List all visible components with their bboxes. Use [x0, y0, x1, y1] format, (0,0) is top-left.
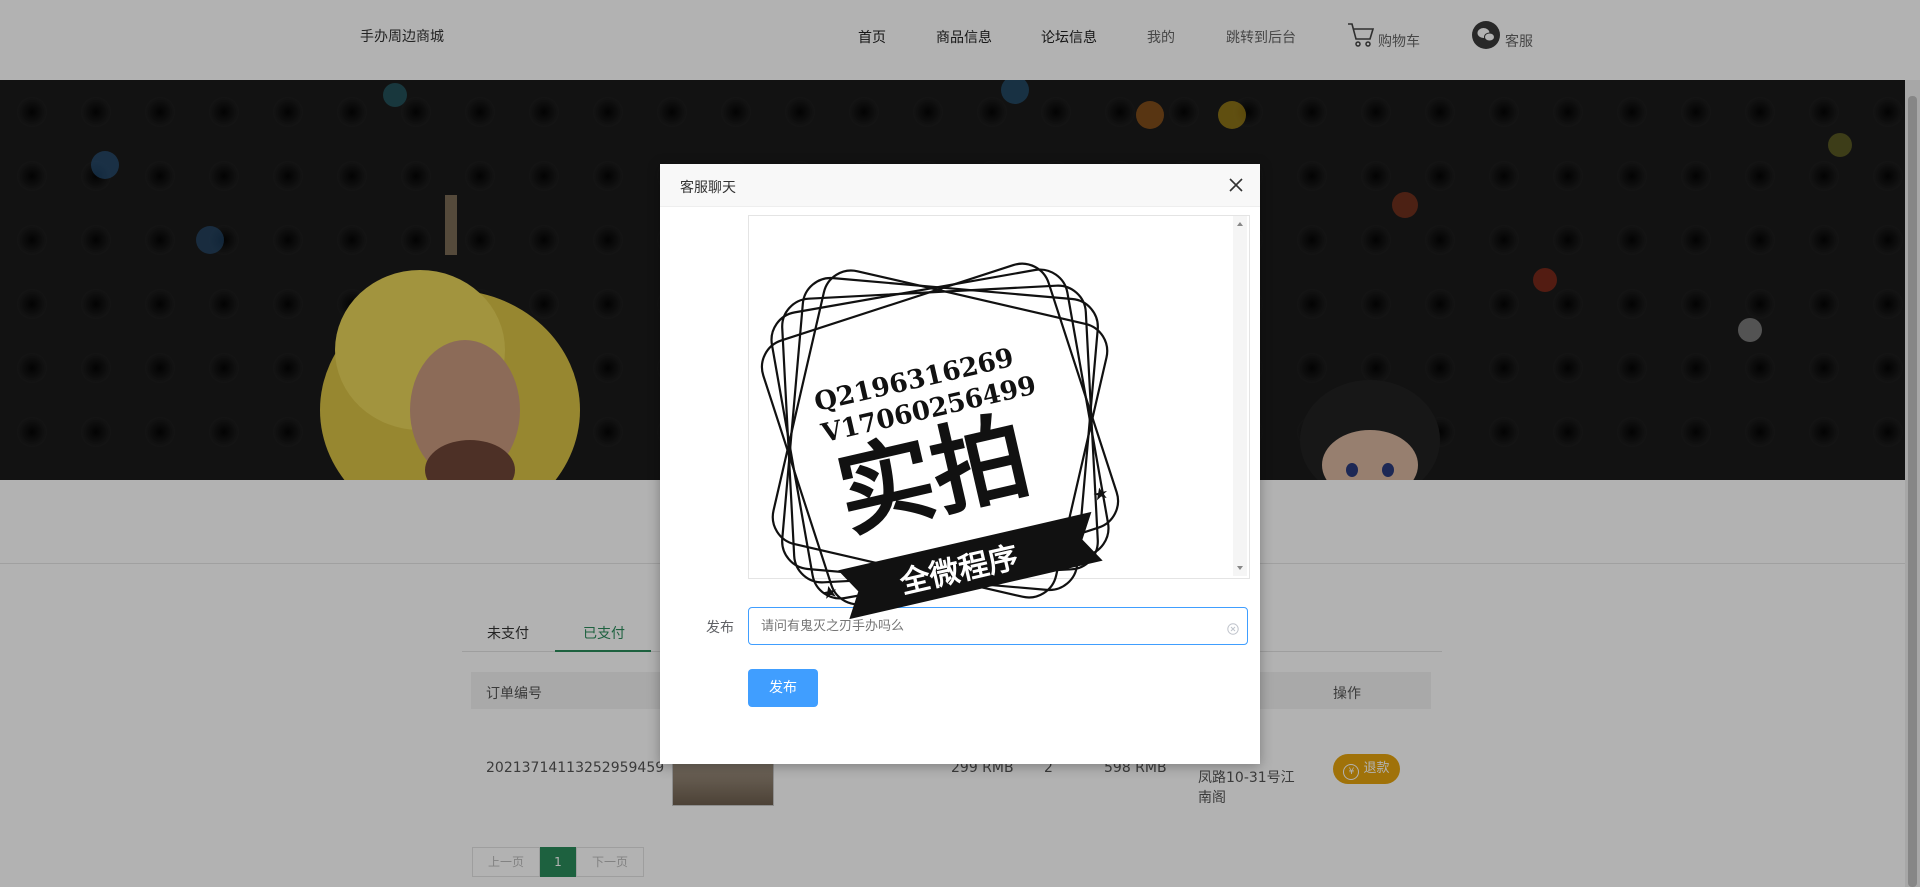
message-label: 发布 — [706, 620, 734, 636]
send-button[interactable]: 发布 — [748, 669, 818, 707]
dialog-header — [660, 164, 1260, 207]
message-input[interactable] — [748, 607, 1248, 645]
chat-dialog: 客服聊天 发布 发布 Q2196316269 V17060256499 — [660, 164, 1260, 764]
chat-messages-area[interactable] — [748, 215, 1250, 579]
close-icon[interactable] — [1228, 177, 1244, 193]
dialog-title: 客服聊天 — [680, 180, 736, 196]
chat-scrollbar[interactable] — [1233, 216, 1247, 576]
clear-input-icon[interactable] — [1227, 620, 1239, 635]
